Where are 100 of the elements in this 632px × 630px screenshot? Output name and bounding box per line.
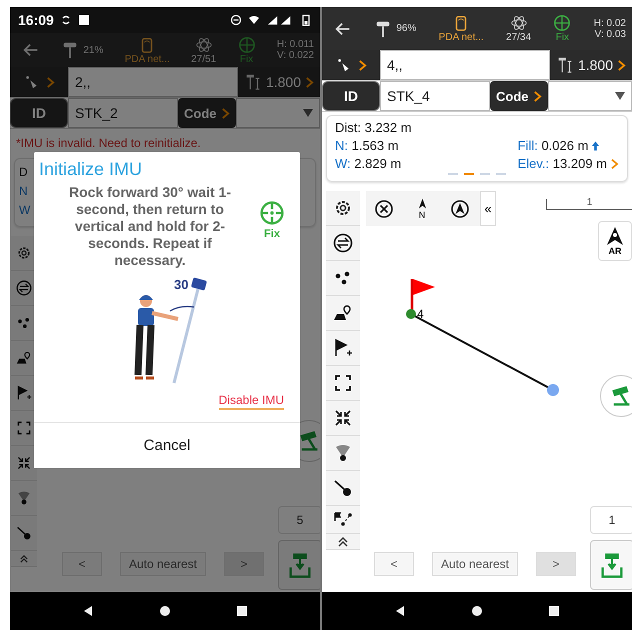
coordinate-text: W: 2.829 m (335, 156, 402, 171)
id-button[interactable]: ID (10, 98, 68, 128)
info-text: W (19, 202, 30, 219)
ar-button[interactable]: AR (598, 221, 632, 261)
network-label: PDA net... (438, 32, 484, 43)
clock-time: 16:09 (18, 12, 54, 28)
flag-plus-icon (333, 338, 353, 358)
elevation-text: Fill: 0.026 m (518, 138, 588, 153)
receiver-icon[interactable] (374, 20, 392, 38)
next-button[interactable]: > (536, 552, 576, 576)
satellite-count: 27/34 (506, 32, 532, 43)
caret-icon (615, 92, 625, 100)
scale-bar: 1 (546, 199, 632, 210)
fix-status: Fix (556, 32, 570, 43)
chevron-icon (532, 90, 542, 102)
corners-icon (16, 420, 32, 436)
square-icon (78, 14, 90, 26)
point-label: 4 (417, 307, 424, 321)
stakeout-mode-button[interactable] (322, 50, 380, 80)
current-position-point (547, 384, 559, 396)
chevron-icon (358, 58, 366, 72)
stake-line-icon (333, 478, 353, 498)
crosshair-icon (259, 200, 285, 226)
dialog-title: Initialize IMU (38, 158, 144, 181)
expand-button[interactable] (326, 534, 360, 550)
chevron-icon (305, 76, 314, 88)
recents-icon[interactable] (548, 605, 560, 617)
crosshair-icon[interactable] (553, 14, 572, 32)
previous-button[interactable]: < (374, 552, 414, 576)
info-text: N (19, 183, 28, 200)
battery-level: 96% (396, 23, 416, 34)
dnd-icon (230, 14, 242, 26)
coordinate-text: N: 1.563 m (335, 138, 400, 153)
chevron-icon (220, 106, 230, 120)
pole-height-button[interactable]: 1.800 (550, 50, 632, 80)
code-button[interactable]: Code (490, 81, 548, 111)
info-text: D (19, 164, 28, 181)
horizontal-precision: H: 0.011 (276, 39, 314, 50)
collapse-arrows-icon (333, 408, 353, 428)
home-icon[interactable] (158, 605, 171, 617)
auto-nearest-button[interactable]: Auto nearest (432, 552, 518, 576)
warning-message: *IMU is invalid. Need to reinitialize. (15, 135, 202, 152)
cone-icon (16, 490, 32, 506)
code-dropdown[interactable] (548, 81, 632, 111)
horizontal-precision: H: 0.02 (594, 18, 626, 28)
distance-text: Dist: 3.232 m (335, 120, 412, 135)
corners-icon (333, 373, 353, 393)
chevron-icon (617, 58, 626, 72)
swap-arrows-icon (333, 233, 353, 253)
map-pin-icon (16, 350, 32, 366)
fix-status: Fix (240, 54, 254, 64)
point-id-field[interactable]: STK_4 (380, 81, 490, 111)
point-name-field[interactable]: 4,, (380, 50, 550, 80)
location-pin-icon (605, 226, 625, 246)
dots-icon (16, 315, 32, 331)
point-id-field[interactable]: STK_2 (68, 98, 178, 128)
up-arrow-icon (591, 140, 600, 152)
back-icon[interactable] (394, 605, 406, 617)
code-dropdown[interactable] (236, 98, 320, 128)
atom-icon[interactable] (510, 14, 528, 32)
wifi-icon (248, 14, 260, 26)
settings-icon (16, 245, 32, 261)
stake-line-icon (16, 525, 32, 541)
close-icon (374, 198, 394, 218)
swap-arrows-icon (16, 280, 32, 296)
flag-plus-icon (16, 385, 32, 401)
stake-point-button[interactable] (590, 540, 632, 590)
satellite-count: 27/51 (191, 54, 216, 64)
fix-status: Fix (264, 228, 280, 240)
disable-imu-link[interactable]: Disable IMU (218, 393, 284, 410)
cancel-button[interactable]: Cancel (34, 422, 300, 468)
back-icon[interactable] (82, 605, 94, 617)
zoom-level: 1 (590, 506, 632, 534)
sync-icon (60, 14, 72, 26)
network-label: PDA net... (124, 54, 170, 64)
pole-height-button[interactable]: 1.800 (238, 67, 320, 97)
map-pin-icon (333, 303, 353, 323)
pole-height-icon (556, 56, 574, 74)
cone-icon (333, 443, 353, 463)
caret-icon (303, 109, 313, 117)
pole-height-icon (244, 73, 262, 91)
collapse-toolbar-button[interactable]: « (480, 191, 496, 226)
point-name-field[interactable]: 2,, (68, 67, 238, 97)
id-button[interactable]: ID (322, 81, 380, 111)
recents-icon[interactable] (236, 605, 248, 617)
battery-level: 21% (83, 44, 104, 56)
battery-icon (300, 14, 312, 26)
collapse-arrows-icon (16, 455, 32, 471)
north-arrow-icon (418, 198, 426, 210)
instruction-text: Rock forward 30° wait 1-second, then return to vertical and hold for 2-seconds. Repeat if necessary. (68, 184, 232, 269)
home-icon[interactable] (470, 605, 483, 617)
target-point[interactable] (406, 309, 416, 319)
settings-icon (333, 198, 353, 218)
elevation-text: Elev.: 13.209 m (518, 156, 607, 171)
angle-label: 30 (174, 277, 188, 292)
vertical-precision: V: 0.03 (594, 28, 626, 40)
code-button[interactable]: Code (178, 98, 236, 128)
chevron-icon (46, 76, 54, 88)
vertical-precision: V: 0.022 (277, 50, 314, 61)
zoom-level: 5 (278, 506, 320, 534)
